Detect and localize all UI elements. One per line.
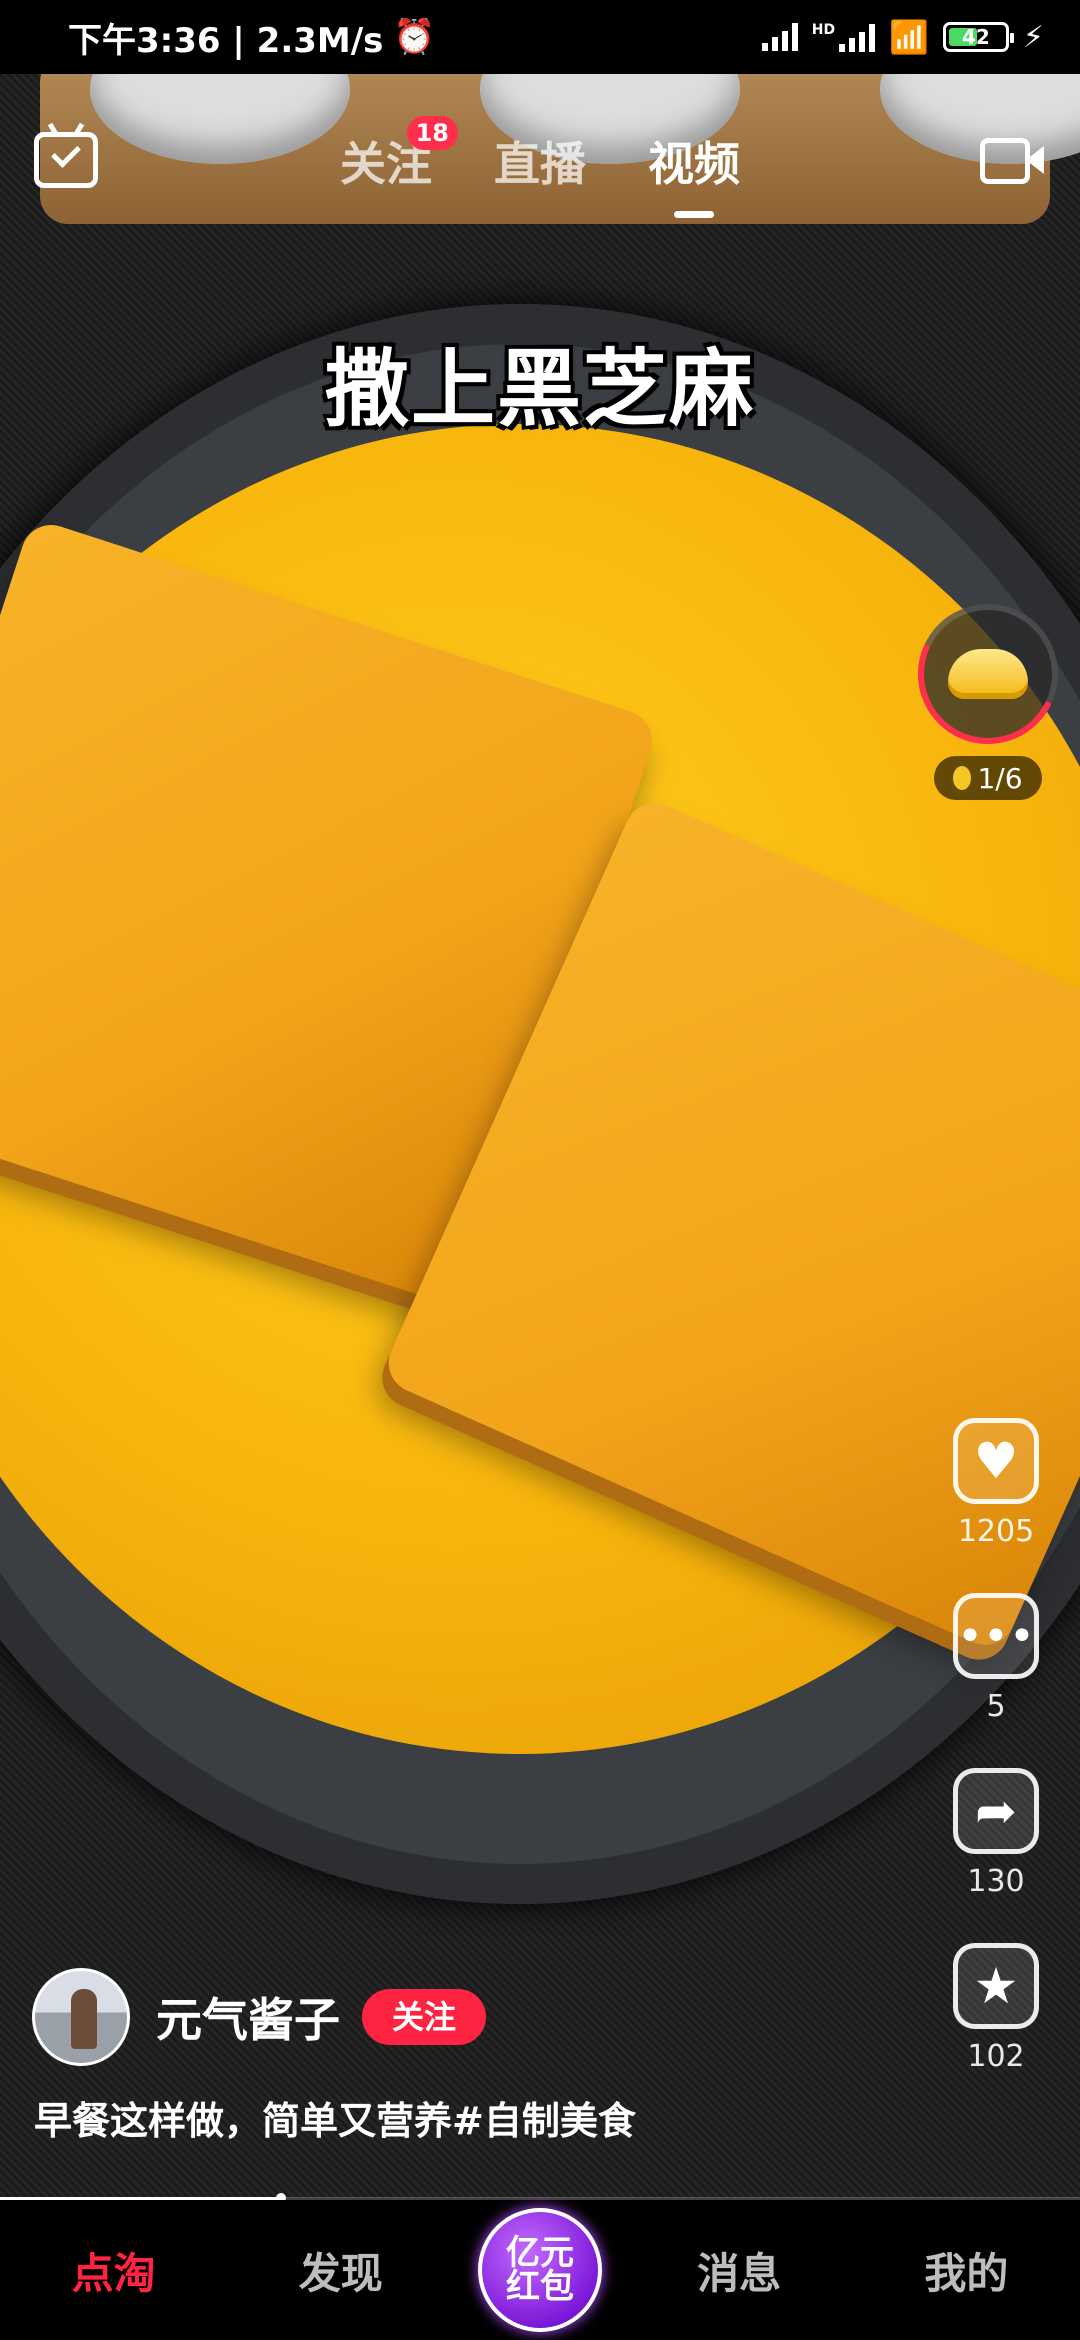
share-button[interactable]: ➦ 130 [946,1768,1046,1899]
author-row: 元气酱子 关注 [32,1968,487,2066]
tab-video-label: 视频 [648,137,740,191]
comment-icon: ••• [953,1593,1039,1679]
bottom-nav: 点淘 发现 亿元红包 消息 我的 [0,2200,1080,2340]
like-count: 1205 [957,1514,1035,1549]
status-bar: 下午3:36 | 2.3M/s ⏰ HD 📶 42 ⚡ [0,0,1080,74]
video-player[interactable]: 撒上黑芝麻 [0,74,1080,2198]
share-arrow-icon: ➦ [953,1768,1039,1854]
nav-red-packet-button[interactable]: 亿元红包 [477,2208,602,2332]
nav-discover[interactable]: 发现 [251,2240,431,2301]
camera-icon[interactable] [980,138,1044,184]
reward-count-text: 1/6 [977,761,1023,795]
favorite-count: 102 [967,2039,1025,2074]
like-button[interactable]: ♥ 1205 [946,1418,1046,1549]
reward-timer-button[interactable] [898,584,1078,764]
heart-icon: ♥ [953,1418,1039,1504]
status-time-text: 下午3:36 | 2.3M/s [68,20,384,61]
top-tabs: 关注 18 直播 视频 [0,116,1080,218]
follow-button[interactable]: 关注 [362,1989,487,2045]
top-bar: 关注 18 直播 视频 [0,116,1080,220]
tab-video[interactable]: 视频 [648,128,740,218]
tab-live-label: 直播 [494,137,586,191]
star-icon: ★ [953,1943,1039,2029]
charging-icon: ⚡ [1022,19,1044,55]
share-count: 130 [967,1864,1025,1899]
video-description[interactable]: 早餐这样做，简单又营养#自制美食 [34,2090,636,2145]
favorite-button[interactable]: ★ 102 [946,1943,1046,2074]
nav-messages[interactable]: 消息 [649,2240,829,2301]
alarm-icon: ⏰ [393,17,436,57]
status-time-speed: 下午3:36 | 2.3M/s ⏰ [68,13,436,62]
battery-level: 42 [962,25,990,49]
reward-count-badge: 1/6 [934,756,1042,800]
nav-diantao[interactable]: 点淘 [24,2240,204,2301]
tab-following[interactable]: 关注 18 [340,116,458,194]
wifi-icon: 📶 [889,18,929,56]
network-type-label: HD [811,22,836,38]
battery-icon: 42 [942,22,1014,52]
avatar[interactable] [32,1968,130,2066]
nav-me[interactable]: 我的 [876,2240,1056,2301]
following-count-badge: 18 [406,116,458,150]
comment-button[interactable]: ••• 5 [946,1593,1046,1724]
tab-live[interactable]: 直播 [494,128,586,194]
signal-icon-2 [839,24,876,52]
author-name[interactable]: 元气酱子 [156,1984,340,2050]
video-caption: 撒上黑芝麻 [324,340,755,438]
signal-icon [761,23,798,51]
action-column: ♥ 1205 ••• 5 ➦ 130 ★ 102 [946,1418,1046,2118]
comment-count: 5 [986,1689,1006,1724]
coin-icon [953,766,972,790]
